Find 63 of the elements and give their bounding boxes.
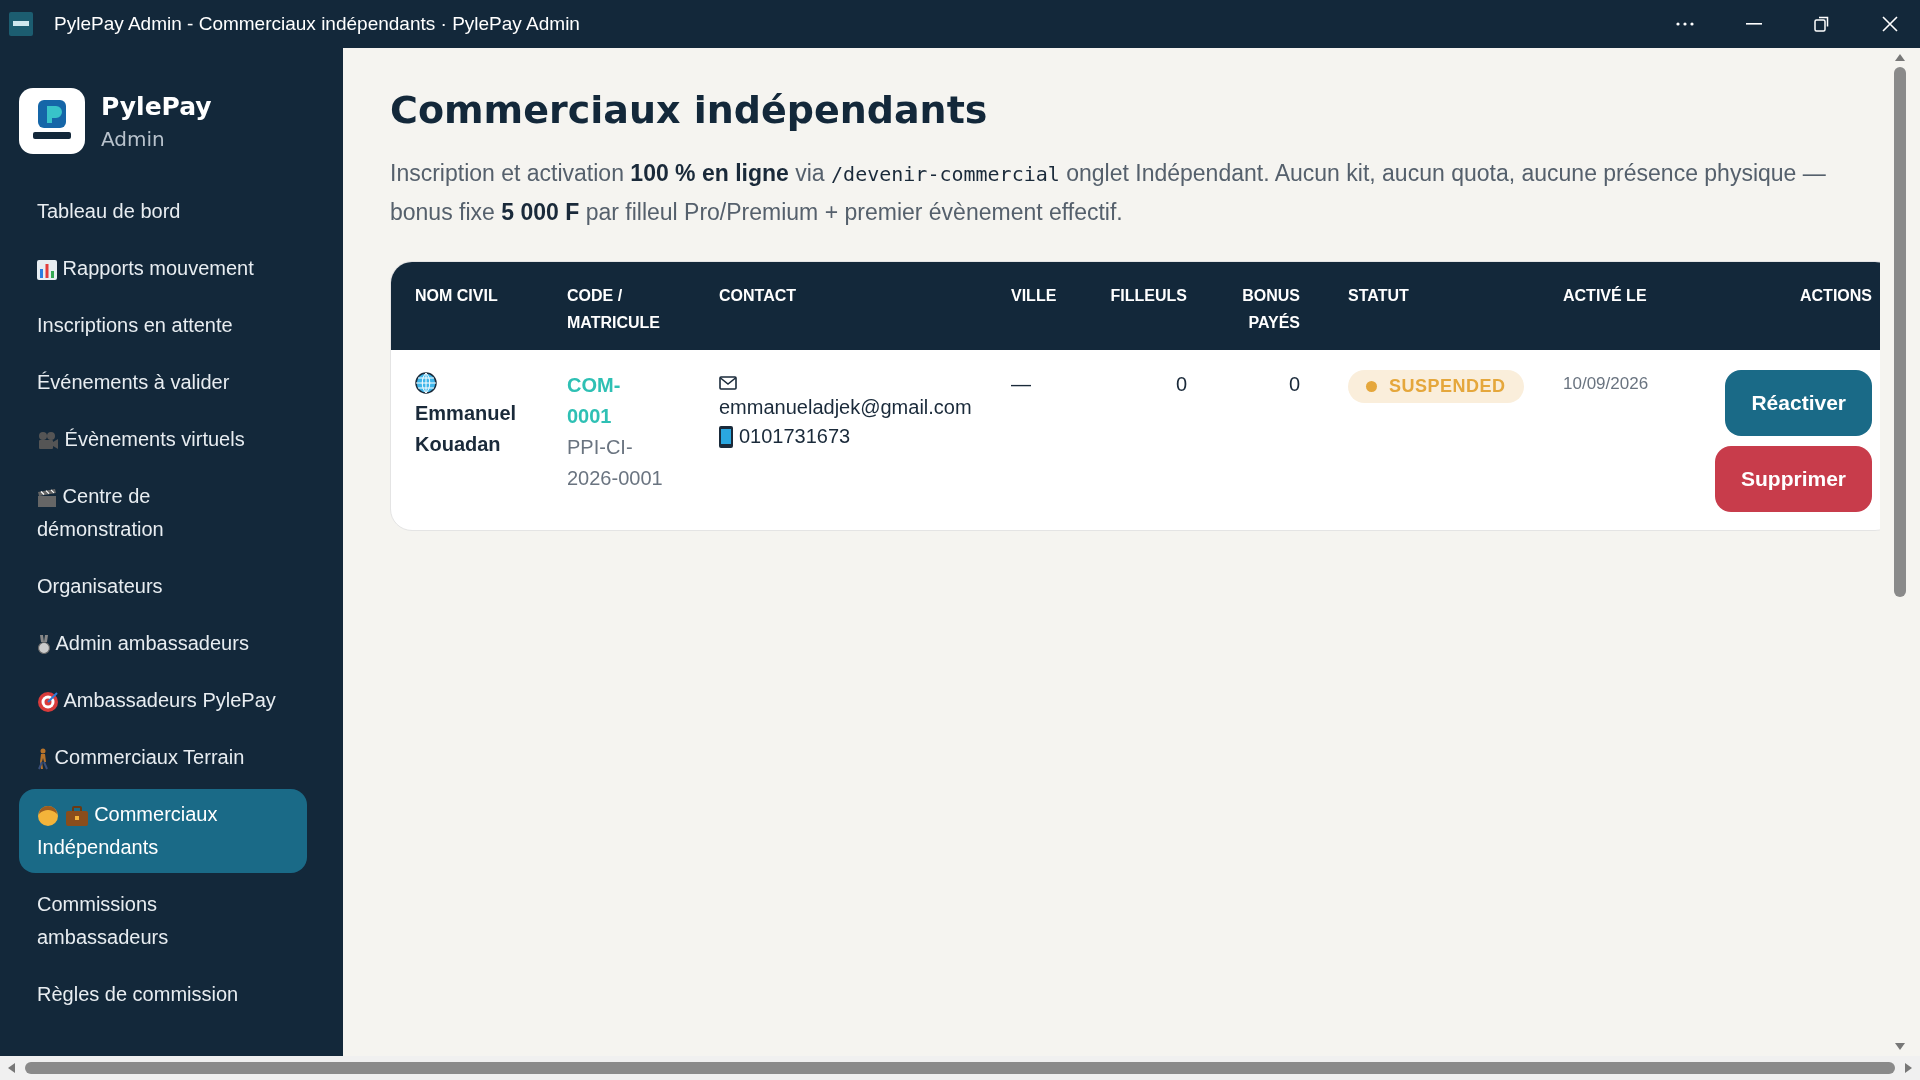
sidebar-item[interactable]: Règles de commission	[19, 969, 307, 1020]
column-header: STATUT	[1347, 286, 1410, 306]
page-title: Commerciaux indépendants	[390, 88, 989, 132]
restore-icon[interactable]	[1814, 16, 1830, 32]
sidebar-item[interactable]: Évènements virtuels	[19, 414, 307, 465]
column-header: FILLEULS	[1109, 286, 1187, 306]
column-header: BONUS PAYÉS	[1241, 286, 1300, 333]
table-cell-text: 0	[1287, 372, 1300, 397]
globe-icon	[415, 371, 437, 394]
clapperboard-icon	[37, 487, 57, 508]
registration-number: PPI-CI-2026-0001	[567, 435, 664, 491]
brand-name: PylePay	[101, 91, 212, 121]
column-header: VILLE	[1011, 286, 1058, 306]
scroll-left-icon[interactable]	[8, 1063, 15, 1073]
intro-text: Inscription et activation 100 % en ligne via /devenir-commercial onglet Indépendant. Aucun kit, aucun quota, aucune présence physique — bonus fixe 5 000 F par filleul Pro/Premium + premier évènement effectif.	[390, 159, 1827, 227]
table-cell-text: —	[1011, 372, 1032, 397]
sidebar-item[interactable]: Ambassadeurs PylePay	[19, 675, 307, 726]
scroll-thumb[interactable]	[1894, 67, 1906, 597]
video-camera-icon	[37, 430, 59, 451]
sidebar-item[interactable]: Tableau de bord	[19, 186, 307, 237]
sidebar-item[interactable]: Commissions ambassadeurs	[19, 879, 307, 963]
sidebar-item[interactable]: Inscriptions en attente	[19, 300, 307, 351]
medal-icon	[37, 634, 51, 655]
sidebar-item[interactable]: Commerciaux Indépendants	[19, 789, 307, 873]
walking-figure-icon	[37, 747, 49, 770]
column-header: NOM CIVIL	[415, 286, 499, 306]
scroll-thumb[interactable]	[25, 1062, 1895, 1074]
person-name: Emmanuel Kouadan	[415, 400, 518, 457]
reactivate-button[interactable]: Réactiver	[1725, 370, 1872, 436]
scroll-up-icon[interactable]	[1895, 54, 1905, 61]
phone-number: 0101731673	[739, 424, 851, 449]
sidebar-item[interactable]: Centre de démonstration	[19, 471, 307, 555]
briefcase-icon	[64, 804, 89, 827]
sidebar-item[interactable]: Événements à valider	[19, 357, 307, 408]
person-icon	[37, 804, 59, 827]
sidebar-item[interactable]: Organisateurs	[19, 561, 307, 612]
scroll-right-icon[interactable]	[1905, 1063, 1912, 1073]
column-header: ACTIVÉ LE	[1563, 285, 1648, 306]
column-header: ACTIONS	[1799, 286, 1872, 306]
email-address: emmanueladjek@gmail.com	[719, 395, 973, 420]
table-cell-text: 0	[1174, 372, 1187, 397]
logo-icon	[19, 88, 85, 154]
close-icon[interactable]	[1882, 16, 1898, 32]
agent-code: COM-0001	[567, 373, 622, 429]
scroll-down-icon[interactable]	[1895, 1043, 1905, 1050]
more-icon[interactable]	[1676, 22, 1694, 26]
bar-chart-icon	[37, 259, 57, 280]
horizontal-scrollbar[interactable]	[0, 1056, 1920, 1080]
delete-button[interactable]: Supprimer	[1714, 446, 1872, 512]
window-title: PylePay Admin - Commerciaux indépendants · PylePay Admin	[54, 13, 580, 35]
column-header: CODE / MATRICULE	[567, 286, 662, 333]
sidebar-item[interactable]: Commerciaux Terrain	[19, 732, 307, 783]
column-header: CONTACT	[719, 286, 798, 306]
app-icon	[8, 11, 34, 37]
brand-subtitle: Admin	[101, 126, 166, 151]
date-cell-text: 10/09/2026	[1563, 373, 1650, 395]
mail-icon	[719, 375, 737, 390]
sidebar-item[interactable]: Admin ambassadeurs	[19, 618, 307, 669]
sidebar-item[interactable]: Rapports mouvement	[19, 243, 307, 294]
status-badge: SUSPENDED	[1348, 370, 1524, 403]
phone-icon	[719, 425, 733, 448]
target-icon	[37, 690, 59, 713]
minimize-icon[interactable]	[1746, 23, 1762, 25]
